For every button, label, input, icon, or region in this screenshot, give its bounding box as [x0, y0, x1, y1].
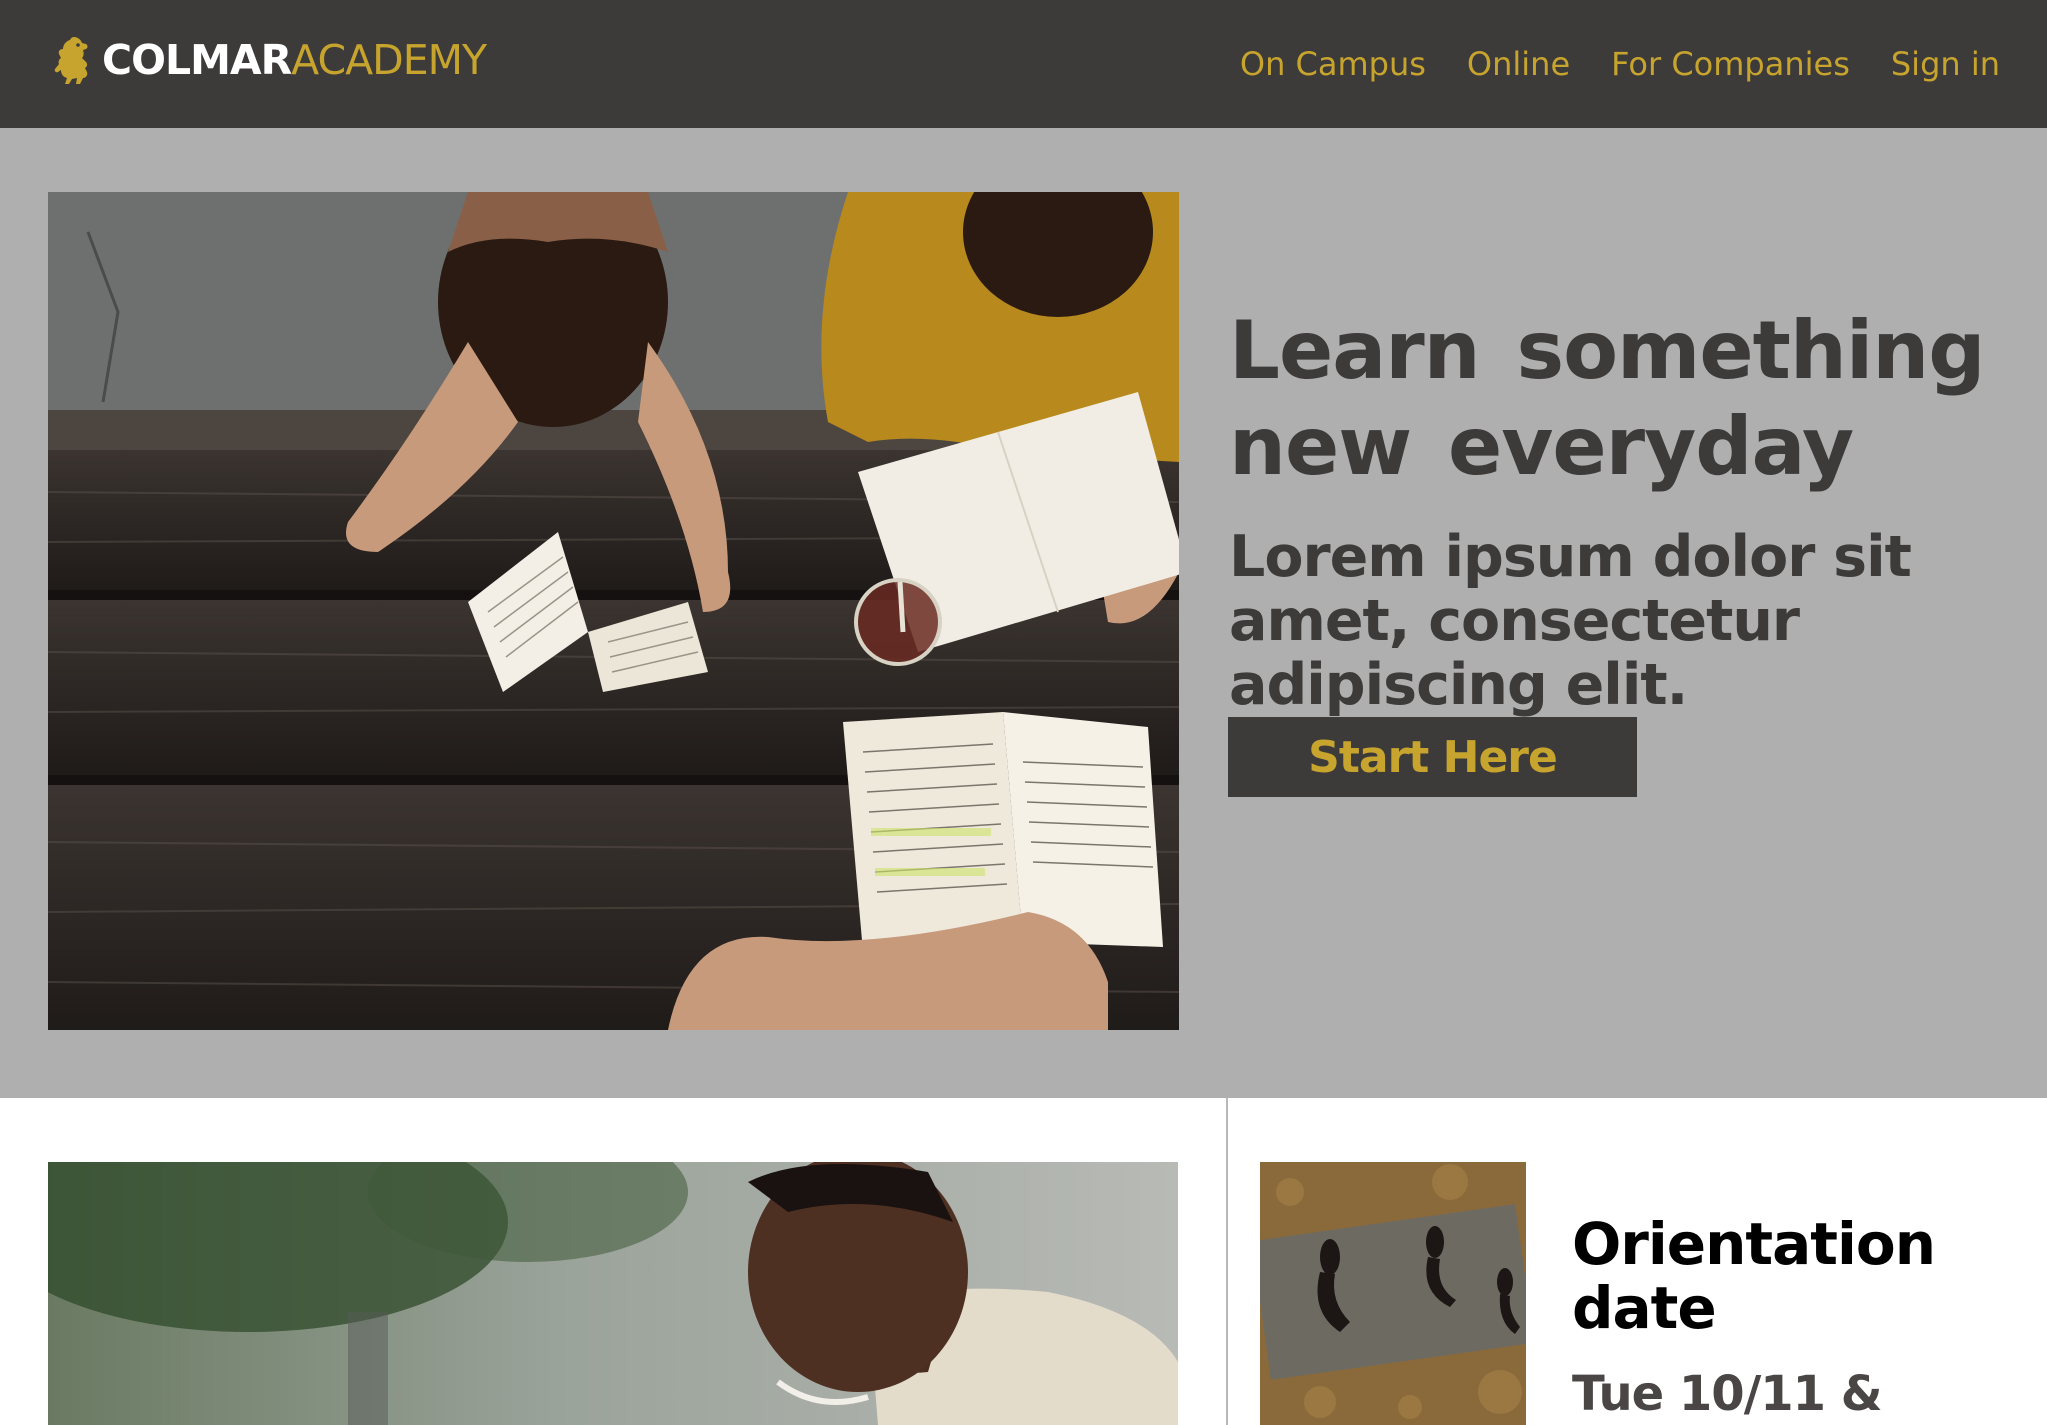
feature-photo: [48, 1162, 1178, 1425]
hero-text-block: Learn something new everyday Lorem ipsum…: [1229, 303, 2029, 717]
top-navigation-bar: COLMARACADEMY On Campus Online For Compa…: [0, 0, 2047, 128]
nav-link-for-companies[interactable]: For Companies: [1611, 40, 1850, 88]
hero-section: Learn something new everyday Lorem ipsum…: [0, 128, 2047, 1098]
nav-link-online[interactable]: Online: [1467, 40, 1570, 88]
main-nav: On Campus Online For Companies Sign in: [1240, 40, 2000, 88]
event-photo: [1260, 1162, 1526, 1425]
column-divider: [1226, 1098, 1228, 1425]
brand-name: COLMARACADEMY: [102, 39, 487, 81]
aerial-walkway-image: [1260, 1162, 1526, 1425]
nav-link-on-campus[interactable]: On Campus: [1240, 40, 1426, 88]
event-date: Tue 10/11 &: [1572, 1366, 1883, 1422]
start-here-button[interactable]: Start Here: [1228, 717, 1637, 797]
students-studying-image: [48, 192, 1179, 1030]
hero-subtitle: Lorem ipsum dolor sit amet, consectetur …: [1229, 524, 1912, 718]
nav-link-sign-in[interactable]: Sign in: [1891, 40, 2000, 88]
brand-name-secondary: ACADEMY: [291, 35, 487, 84]
event-title: Orientation date: [1572, 1210, 1936, 1342]
smiling-student-image: [48, 1162, 1178, 1425]
brand-name-primary: COLMAR: [102, 35, 292, 84]
hero-photo: [48, 192, 1179, 1030]
brand-logo[interactable]: COLMARACADEMY: [54, 34, 487, 86]
hero-title: Learn something new everyday: [1229, 304, 1986, 493]
lion-icon: [54, 37, 88, 84]
